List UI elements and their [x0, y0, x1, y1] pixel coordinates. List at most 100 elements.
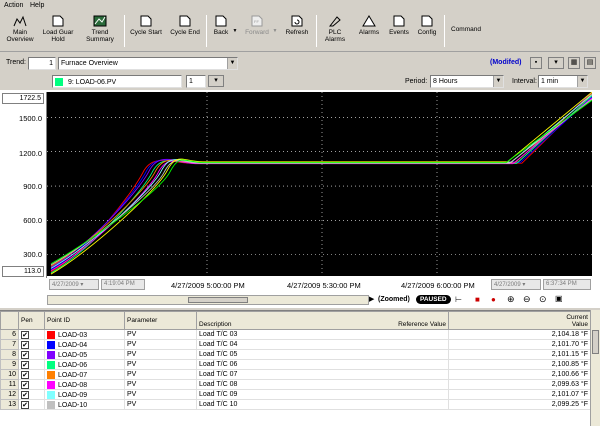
time-scrollbar[interactable] — [47, 295, 369, 305]
table-row[interactable]: 9 ✔ LOAD-06 PV Load T/C 06 2,100.85 °F — [0, 359, 591, 370]
start-date-field[interactable]: 4/27/2009 ▾ — [49, 279, 99, 290]
pen-color-swatch[interactable] — [47, 330, 55, 339]
start-time-field[interactable]: 4:19:04 PM — [101, 279, 145, 290]
pen-visible-checkbox[interactable]: ✔ — [21, 400, 29, 409]
pen-selector[interactable]: 9: LOAD-06.PV — [52, 75, 182, 88]
page-icon — [52, 15, 64, 27]
series-line — [50, 94, 592, 269]
end-date-field[interactable]: 4/27/2009 ▾ — [491, 279, 541, 290]
description-header[interactable]: Description Reference Value — [196, 311, 449, 330]
parameter-cell: PV — [124, 349, 197, 360]
y-max-field[interactable]: 1722.5 — [2, 93, 44, 104]
save-icon[interactable]: ▪ — [530, 57, 542, 69]
table-row[interactable]: 7 ✔ LOAD-04 PV Load T/C 04 2,101.70 °F — [0, 339, 591, 350]
parameter-cell: PV — [124, 389, 197, 400]
series-line — [50, 93, 592, 267]
zoom-out-icon[interactable]: ⊖ — [523, 294, 531, 305]
pen-options-icon[interactable]: ▾ — [208, 75, 224, 87]
page-icon — [179, 15, 191, 27]
row-number: 12 — [0, 389, 19, 400]
pen-color-swatch[interactable] — [47, 370, 55, 379]
pen-color-swatch[interactable] — [47, 400, 55, 409]
menu-action[interactable]: Action — [4, 2, 23, 9]
chart-options-icon[interactable]: ▾ — [548, 57, 564, 69]
pen-color-swatch[interactable] — [47, 360, 55, 369]
pen-visible-checkbox[interactable]: ✔ — [21, 390, 29, 399]
time-scroll-row: ▶ (Zoomed) PAUSED ⊢ ■ ● ⊕ ⊖ ⊙ ▣ — [47, 294, 592, 306]
fit-icon[interactable]: ▣ — [555, 294, 563, 303]
series-line — [50, 95, 592, 274]
pen-color-swatch[interactable] — [47, 380, 55, 389]
current-value-cell: 2,099.25 °F — [448, 399, 591, 410]
table-icon[interactable]: ▤ — [584, 57, 596, 69]
command-button[interactable]: Command — [448, 26, 484, 60]
forward-button[interactable]: FF Forward — [242, 14, 272, 48]
table-row[interactable]: 11 ✔ LOAD-08 PV Load T/C 08 2,099.63 °F — [0, 379, 591, 390]
pen-visible-checkbox[interactable]: ✔ — [21, 350, 29, 359]
series-line — [50, 92, 592, 268]
pen-checkbox-cell: ✔ — [18, 349, 45, 360]
pen-color-swatch[interactable] — [47, 350, 55, 359]
grid-vertical-scrollbar[interactable] — [590, 310, 600, 426]
zoom-reset-icon[interactable]: ⊙ — [539, 294, 547, 305]
description-cell: Load T/C 05 — [196, 349, 449, 360]
cursor-icon[interactable]: ⊢ — [455, 295, 462, 304]
main-overview-button[interactable]: Main Overview — [2, 14, 38, 48]
pen-visible-checkbox[interactable]: ✔ — [21, 360, 29, 369]
scroll-right-icon[interactable]: ▶ — [369, 295, 374, 303]
pen-header[interactable]: Pen — [18, 311, 45, 330]
series-line — [50, 99, 592, 265]
parameter-header[interactable]: Parameter — [124, 311, 197, 330]
config-button[interactable]: Config — [414, 14, 440, 48]
table-row[interactable]: 12 ✔ LOAD-09 PV Load T/C 09 2,101.07 °F — [0, 389, 591, 400]
trend-label: Trend: — [6, 59, 26, 66]
table-row[interactable]: 6 ✔ LOAD-03 PV Load T/C 03 2,104.18 °F — [0, 329, 591, 340]
table-row[interactable]: 8 ✔ LOAD-05 PV Load T/C 05 2,101.15 °F — [0, 349, 591, 360]
trend-plot[interactable] — [47, 92, 592, 276]
pen-visible-checkbox[interactable]: ✔ — [21, 380, 29, 389]
trend-name-select[interactable]: Furnace Overview ▼ — [58, 57, 238, 70]
scrollbar-thumb[interactable] — [188, 297, 248, 303]
pen-color-swatch[interactable] — [47, 340, 55, 349]
paused-badge: PAUSED — [416, 295, 451, 304]
point-id-label: LOAD-10 — [58, 401, 88, 409]
pen-count-field[interactable]: 1 — [186, 75, 206, 88]
back-button[interactable]: Back — [210, 14, 232, 48]
interval-select[interactable]: 1 min ▼ — [538, 75, 588, 88]
trend-number-field[interactable]: 1 — [28, 57, 56, 70]
load-guar-hold-button[interactable]: Load Guar Hold — [40, 14, 76, 48]
description-cell: Load T/C 07 — [196, 369, 449, 380]
pen-visible-checkbox[interactable]: ✔ — [21, 370, 29, 379]
pen-checkbox-cell: ✔ — [18, 369, 45, 380]
menu-help[interactable]: Help — [30, 2, 44, 9]
refresh-button[interactable]: Refresh — [282, 14, 312, 48]
y-min-field[interactable]: 113.0 — [2, 266, 44, 277]
zoom-in-icon[interactable]: ⊕ — [507, 294, 515, 305]
period-select[interactable]: 8 Hours ▼ — [430, 75, 504, 88]
pen-visible-checkbox[interactable]: ✔ — [21, 340, 29, 349]
table-row[interactable]: 13 ✔ LOAD-10 PV Load T/C 10 2,099.25 °F — [0, 399, 591, 410]
current-value-header[interactable]: Current Value — [448, 311, 591, 330]
scrollbar-thumb[interactable] — [592, 330, 599, 354]
events-button[interactable]: Events — [386, 14, 412, 48]
alarm-triangle-icon — [362, 15, 376, 27]
parameter-cell: PV — [124, 329, 197, 340]
grid-icon[interactable]: ▦ — [568, 57, 580, 69]
pen-checkbox-cell: ✔ — [18, 389, 45, 400]
alarms-button[interactable]: Alarms — [354, 14, 384, 48]
toolbar-separator — [444, 15, 445, 47]
cycle-start-button[interactable]: Cycle Start — [128, 14, 164, 48]
plc-alarms-button[interactable]: PLC Alarms — [320, 14, 350, 48]
record-icon[interactable]: ● — [491, 295, 496, 304]
pen-visible-checkbox[interactable]: ✔ — [21, 330, 29, 339]
current-value-cell: 2,100.85 °F — [448, 359, 591, 370]
trend-summary-button[interactable]: Trend Summary — [80, 14, 120, 48]
cycle-end-button[interactable]: Cycle End — [168, 14, 202, 48]
refresh-icon — [291, 15, 303, 27]
period-label: Period: — [405, 78, 428, 85]
pen-color-swatch[interactable] — [47, 390, 55, 399]
stop-icon[interactable]: ■ — [475, 295, 480, 304]
point-id-header[interactable]: Point ID — [44, 311, 125, 330]
table-row[interactable]: 10 ✔ LOAD-07 PV Load T/C 07 2,100.66 °F — [0, 369, 591, 380]
end-time-field[interactable]: 6:37:34 PM — [543, 279, 591, 290]
